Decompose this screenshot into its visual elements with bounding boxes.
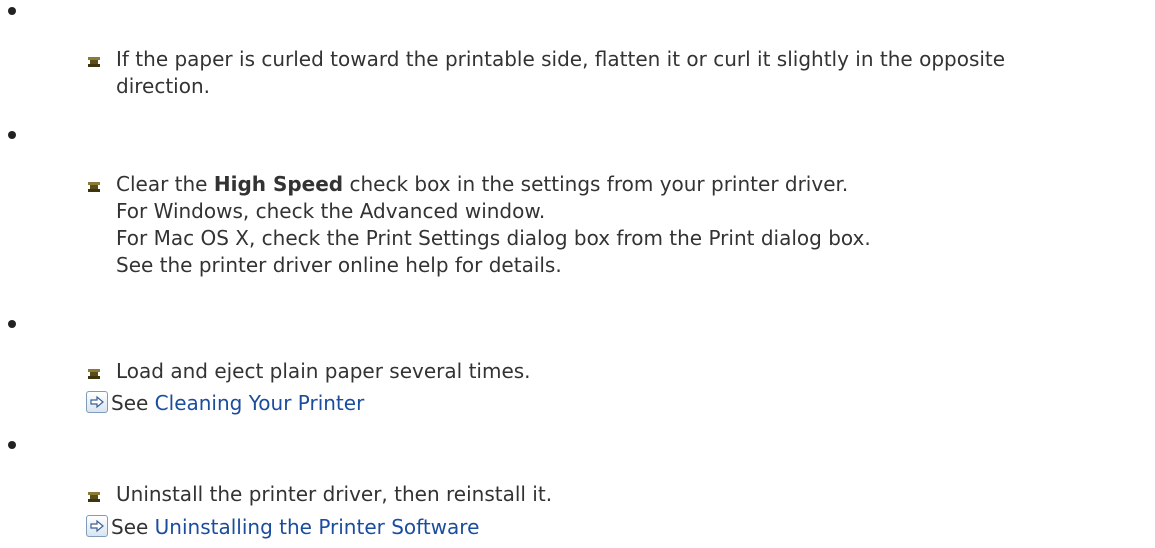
see-reference: See Cleaning Your Printer bbox=[86, 390, 364, 416]
square-bullet-icon bbox=[88, 57, 100, 67]
item-2-pre: Clear the bbox=[116, 172, 214, 196]
bullet-dot-icon bbox=[8, 320, 16, 328]
square-bullet-icon bbox=[88, 492, 100, 502]
bullet-dot-icon bbox=[8, 131, 16, 139]
square-bullet-icon bbox=[88, 182, 100, 192]
high-speed-label: High Speed bbox=[213, 172, 344, 196]
arrow-right-icon bbox=[86, 391, 108, 413]
list-item-text: Load and eject plain paper several times… bbox=[116, 358, 531, 385]
bullet-dot-icon bbox=[8, 7, 16, 15]
list-item-text: Uninstall the printer driver, then reins… bbox=[116, 481, 552, 508]
item-3-line-1: Load and eject plain paper several times… bbox=[116, 359, 531, 383]
square-bullet-icon bbox=[88, 369, 100, 379]
list-item-text: If the paper is curled toward the printa… bbox=[116, 46, 1005, 100]
arrow-right-icon bbox=[86, 515, 108, 537]
see-reference: See Uninstalling the Printer Software bbox=[86, 514, 479, 540]
item-4-line-1: Uninstall the printer driver, then reins… bbox=[116, 482, 553, 506]
item-2-line-1: Clear the High Speed check box in the se… bbox=[116, 171, 871, 198]
item-2-line-3: For Mac OS X, check the Print Settings d… bbox=[116, 226, 871, 250]
see-label: See bbox=[111, 515, 149, 539]
item-1-line-1: If the paper is curled toward the printa… bbox=[116, 47, 1006, 71]
list-item-text: Clear the High Speed check box in the se… bbox=[116, 171, 871, 279]
uninstalling-printer-software-link[interactable]: Uninstalling the Printer Software bbox=[155, 515, 480, 539]
item-2-line-2: For Windows, check the Advanced window. bbox=[116, 199, 546, 223]
bullet-dot-icon bbox=[8, 441, 16, 449]
item-1-line-2: direction. bbox=[116, 74, 211, 98]
see-label: See bbox=[111, 391, 149, 415]
cleaning-your-printer-link[interactable]: Cleaning Your Printer bbox=[155, 391, 365, 415]
item-2-post: check box in the settings from your prin… bbox=[343, 172, 849, 196]
item-2-line-4: See the printer driver online help for d… bbox=[116, 253, 562, 277]
